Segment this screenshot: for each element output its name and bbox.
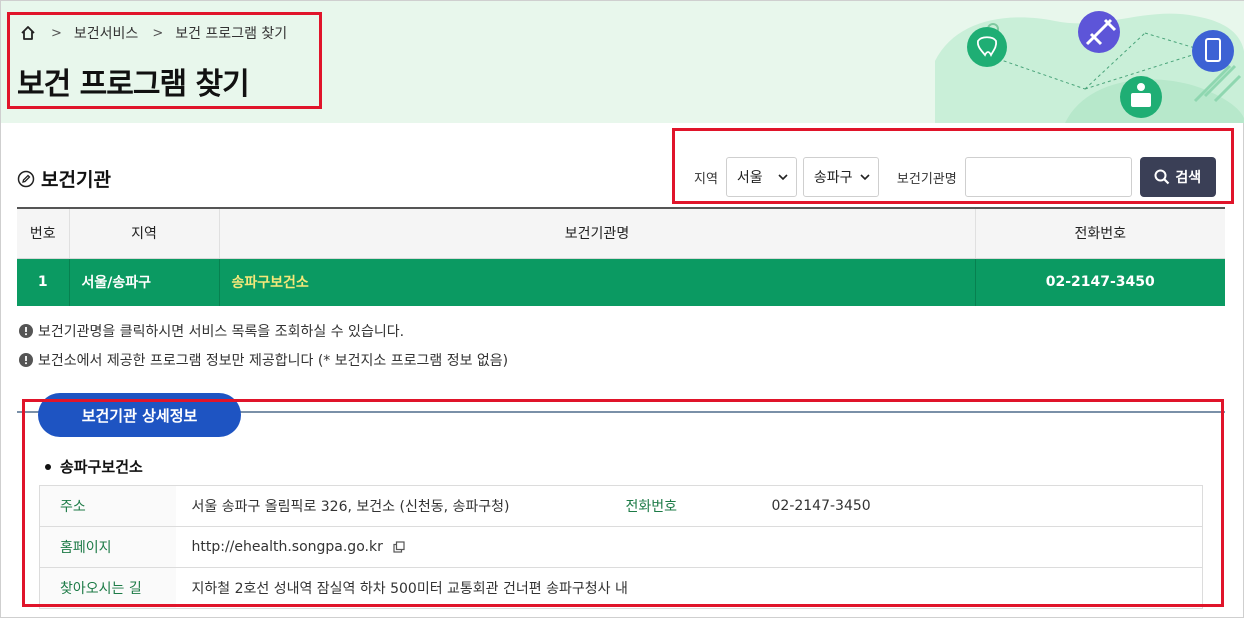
region-label: 지역 xyxy=(694,171,718,187)
bullet-icon xyxy=(45,463,51,470)
chevron-down-icon xyxy=(860,174,870,181)
detail-org-name: 송파구보건소 xyxy=(45,456,143,477)
section-title-text: 보건기관 xyxy=(41,169,111,191)
detail-row-directions: 찾아오시는 길 지하철 2호선 성내역 잠실역 하차 500미터 교통회관 건너… xyxy=(39,567,1203,609)
breadcrumb-item-health-service[interactable]: 보건서비스 xyxy=(74,23,138,43)
exclamation-circle-icon xyxy=(19,353,33,367)
edit-circle-icon xyxy=(17,170,35,187)
col-header-region: 지역 xyxy=(68,207,219,259)
org-name-input[interactable] xyxy=(964,157,1132,197)
district-select-value: 송파구 xyxy=(813,170,853,186)
directions-label: 찾아오시는 길 xyxy=(39,567,176,609)
page-header: > 보건서비스 > 보건 프로그램 찾기 보건 프로그램 찾기 xyxy=(1,1,1244,123)
org-name-label: 보건기관명 xyxy=(896,171,957,187)
home-icon[interactable] xyxy=(19,24,37,42)
breadcrumb: > 보건서비스 > 보건 프로그램 찾기 xyxy=(19,23,287,43)
city-select[interactable]: 서울 xyxy=(725,157,797,197)
detail-row-address: 주소 서울 송파구 올림픽로 326, 보건소 (신천동, 송파구청) 전화번호… xyxy=(39,485,1203,527)
homepage-link[interactable]: http://ehealth.songpa.go.kr xyxy=(192,539,383,555)
info-note: 보건기관명을 클릭하시면 서비스 목록을 조회하실 수 있습니다. xyxy=(19,321,404,341)
org-name-link[interactable]: 송파구보건소 xyxy=(218,258,975,306)
detail-info-table: 주소 서울 송파구 올림픽로 326, 보건소 (신천동, 송파구청) 전화번호… xyxy=(39,485,1203,609)
detail-tab[interactable]: 보건기관 상세정보 xyxy=(38,393,241,437)
chevron-right-icon: > xyxy=(152,25,164,41)
detail-org-name-text: 송파구보건소 xyxy=(60,458,143,476)
homepage-cell: http://ehealth.songpa.go.kr xyxy=(175,526,1203,568)
page-title: 보건 프로그램 찾기 xyxy=(17,67,250,102)
section-title: 보건기관 xyxy=(17,165,111,192)
detail-row-homepage: 홈페이지 http://ehealth.songpa.go.kr xyxy=(39,526,1203,568)
health-illustration xyxy=(935,11,1244,123)
col-header-phone: 전화번호 xyxy=(974,207,1225,259)
search-button-label: 검색 xyxy=(1175,170,1202,186)
results-table: 번호 지역 보건기관명 전화번호 1 서울/송파구 송파구보건소 02-2147… xyxy=(17,207,1225,306)
search-icon xyxy=(1154,169,1170,185)
table-header-row: 번호 지역 보건기관명 전화번호 xyxy=(17,207,1225,259)
exclamation-circle-icon xyxy=(19,324,33,338)
info-note-text: 보건소에서 제공한 프로그램 정보만 제공합니다 (* 보건지소 프로그램 정보… xyxy=(38,353,509,369)
phone-label: 전화번호 xyxy=(625,485,756,527)
chevron-right-icon: > xyxy=(51,25,62,41)
city-select-value: 서울 xyxy=(736,170,763,186)
search-button[interactable]: 검색 xyxy=(1139,157,1216,197)
external-link-icon[interactable] xyxy=(393,541,405,553)
search-form: 지역 서울 송파구 보건기관명 검색 xyxy=(694,157,1216,197)
cell-phone: 02-2147-3450 xyxy=(974,258,1225,306)
info-note-text: 보건기관명을 클릭하시면 서비스 목록을 조회하실 수 있습니다. xyxy=(38,324,405,340)
chevron-down-icon xyxy=(778,174,788,181)
address-value: 서울 송파구 올림픽로 326, 보건소 (신천동, 송파구청) xyxy=(175,485,626,527)
info-note: 보건소에서 제공한 프로그램 정보만 제공합니다 (* 보건지소 프로그램 정보… xyxy=(19,350,508,370)
address-label: 주소 xyxy=(39,485,176,527)
district-select[interactable]: 송파구 xyxy=(802,157,879,197)
cell-region: 서울/송파구 xyxy=(68,258,219,306)
cell-number: 1 xyxy=(17,258,69,306)
directions-value: 지하철 2호선 성내역 잠실역 하차 500미터 교통회관 건너편 송파구청사 … xyxy=(175,567,1203,609)
col-header-number: 번호 xyxy=(17,207,69,259)
col-header-org-name: 보건기관명 xyxy=(218,207,975,259)
homepage-label: 홈페이지 xyxy=(39,526,176,568)
table-row[interactable]: 1 서울/송파구 송파구보건소 02-2147-3450 xyxy=(17,258,1225,306)
phone-value: 02-2147-3450 xyxy=(755,485,1203,527)
breadcrumb-item-current[interactable]: 보건 프로그램 찾기 xyxy=(175,23,287,43)
